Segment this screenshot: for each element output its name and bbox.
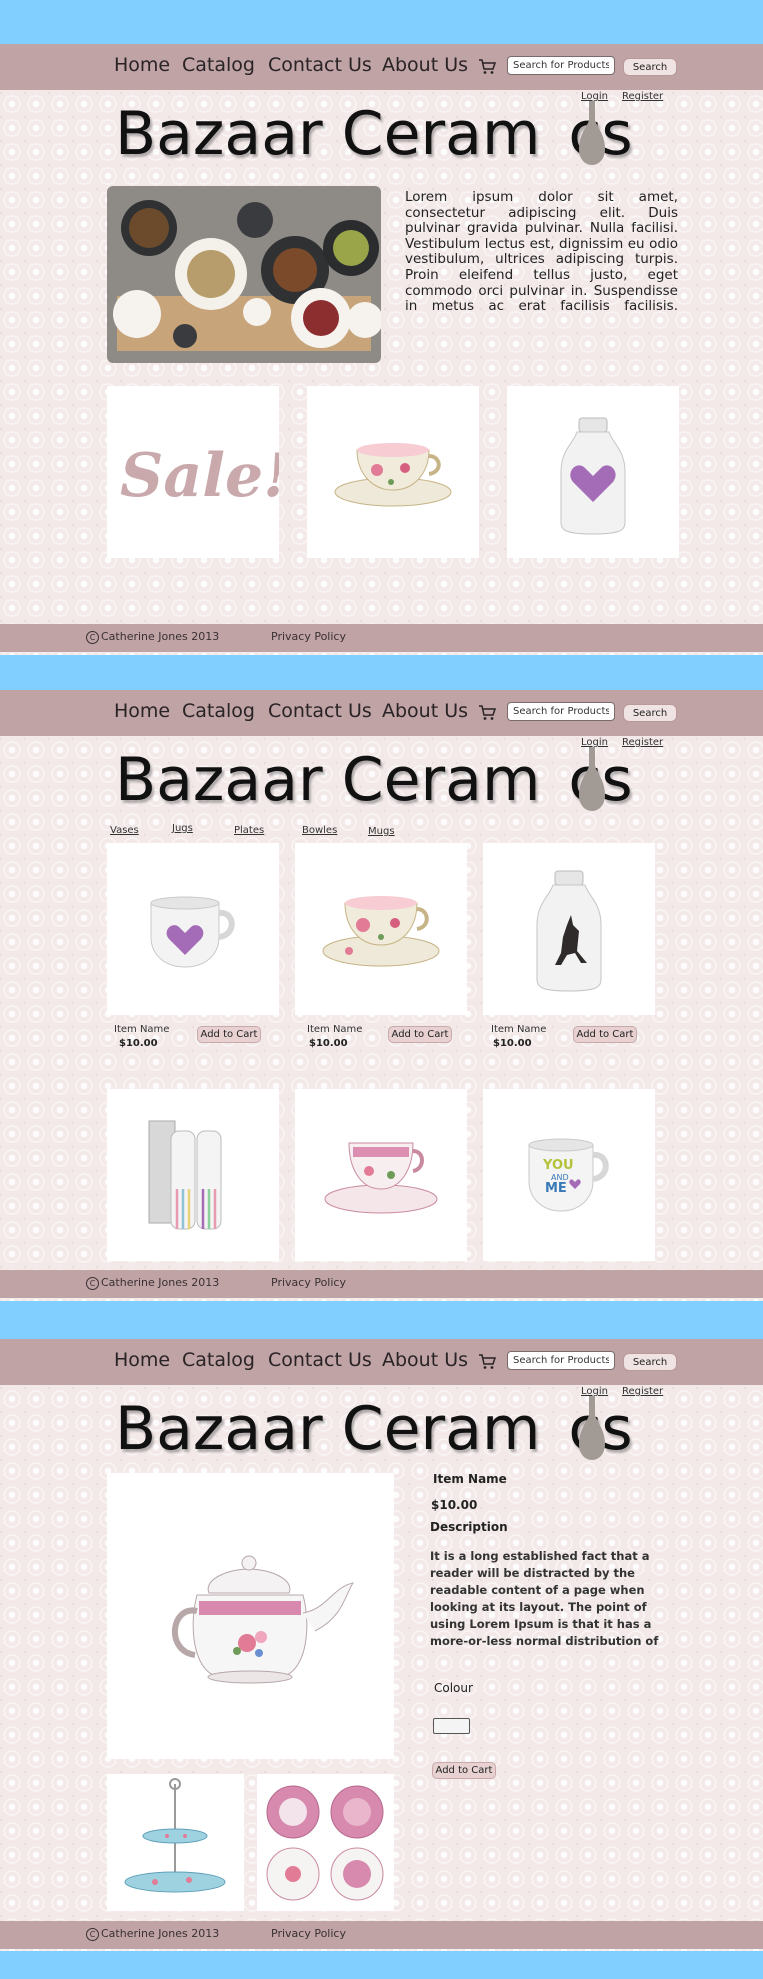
teapot-main-image xyxy=(107,1473,394,1759)
privacy-policy-link[interactable]: Privacy Policy xyxy=(271,1927,346,1940)
deer-bottle-product-tile[interactable] xyxy=(483,843,655,1015)
search-input[interactable] xyxy=(507,1351,615,1370)
search-button[interactable]: Search xyxy=(623,58,677,76)
pink-teacup-product-tile[interactable] xyxy=(295,1089,467,1261)
sale-tile[interactable]: Sale! xyxy=(107,386,290,558)
nav-home-link[interactable]: Home xyxy=(114,54,170,76)
item-price: $10.00 xyxy=(119,1038,158,1049)
product-detail-screen: Home Catalog Contact Us About Us Search … xyxy=(0,1339,763,1951)
product-name: Item Name xyxy=(433,1472,507,1486)
table-setting-photo xyxy=(107,186,381,363)
nav-bar: Home Catalog Contact Us About Us Search xyxy=(0,1339,763,1385)
footer: C Catherine Jones 2013 Privacy Policy xyxy=(0,1270,763,1298)
category-bowles-link[interactable]: Bowles xyxy=(302,825,337,836)
footer: C Catherine Jones 2013 Privacy Policy xyxy=(0,1921,763,1949)
site-logo[interactable]: Bazaar Ceramcs xyxy=(115,99,675,169)
sale-text: Sale! xyxy=(120,441,279,511)
nav-home-link[interactable]: Home xyxy=(114,700,170,722)
product-description: It is a long established fact that a rea… xyxy=(430,1549,659,1648)
privacy-policy-link[interactable]: Privacy Policy xyxy=(271,630,346,643)
add-to-cart-button[interactable]: Add to Cart xyxy=(432,1762,496,1779)
you-and-me-mug-product-tile[interactable]: YOU AND ME xyxy=(483,1089,655,1261)
vase-logo-icon xyxy=(579,101,605,165)
cart-icon[interactable] xyxy=(478,704,496,722)
striped-bottles-product-tile[interactable] xyxy=(107,1089,279,1261)
mug-text-me: ME xyxy=(545,1181,567,1196)
nav-about-link[interactable]: About Us xyxy=(382,54,468,76)
item-name: Item Name xyxy=(114,1024,170,1035)
sale-banner: Sale! xyxy=(120,441,290,511)
nav-contact-link[interactable]: Contact Us xyxy=(268,700,372,722)
plates-set-thumbnail[interactable] xyxy=(257,1774,394,1911)
item-name: Item Name xyxy=(307,1024,363,1035)
nav-about-link[interactable]: About Us xyxy=(382,1349,468,1371)
heart-bottle-product-tile[interactable] xyxy=(507,386,679,558)
home-screen: Home Catalog Contact Us About Us Search … xyxy=(0,44,763,655)
category-jugs-link[interactable]: Jugs xyxy=(172,823,193,834)
colour-select[interactable] xyxy=(433,1718,470,1734)
add-to-cart-button[interactable]: Add to Cart xyxy=(197,1026,261,1043)
nav-catalog-link[interactable]: Catalog xyxy=(182,1349,255,1371)
cart-icon[interactable] xyxy=(478,1353,496,1371)
copyright-icon: C xyxy=(86,1928,99,1941)
logo-text: Bazaar Ceramcs xyxy=(115,1394,633,1464)
search-input[interactable] xyxy=(507,56,615,75)
add-to-cart-button[interactable]: Add to Cart xyxy=(573,1026,637,1043)
teacup-product-tile[interactable] xyxy=(307,386,479,558)
copyright-icon: C xyxy=(86,1277,99,1290)
add-to-cart-button[interactable]: Add to Cart xyxy=(388,1026,452,1043)
item-price: $10.00 xyxy=(309,1038,348,1049)
site-logo[interactable]: Bazaar Ceramcs xyxy=(115,1394,675,1464)
intro-text: Lorem ipsum dolor sit amet, consectetur … xyxy=(405,190,678,315)
item-name: Item Name xyxy=(491,1024,547,1035)
logo-text: Bazaar Ceramcs xyxy=(115,99,633,169)
nav-home-link[interactable]: Home xyxy=(114,1349,170,1371)
footer: C Catherine Jones 2013 Privacy Policy xyxy=(0,624,763,652)
copyright: C Catherine Jones 2013 xyxy=(86,1927,219,1941)
copyright: C Catherine Jones 2013 xyxy=(86,1276,219,1290)
search-button[interactable]: Search xyxy=(623,1353,677,1371)
nav-contact-link[interactable]: Contact Us xyxy=(268,54,372,76)
heart-mug-product-tile[interactable] xyxy=(107,843,279,1015)
copyright-icon: C xyxy=(86,631,99,644)
nav-about-link[interactable]: About Us xyxy=(382,700,468,722)
nav-bar: Home Catalog Contact Us About Us Search xyxy=(0,44,763,90)
search-button[interactable]: Search xyxy=(623,704,677,722)
nav-catalog-link[interactable]: Catalog xyxy=(182,54,255,76)
nav-contact-link[interactable]: Contact Us xyxy=(268,1349,372,1371)
mug-text-you: YOU xyxy=(542,1158,574,1173)
nav-bar: Home Catalog Contact Us About Us Search xyxy=(0,690,763,736)
copyright: C Catherine Jones 2013 xyxy=(86,630,219,644)
colour-heading: Colour xyxy=(434,1681,473,1695)
product-price: $10.00 xyxy=(431,1498,478,1512)
site-logo[interactable]: Bazaar Ceramcs xyxy=(115,745,675,815)
floral-teacup-product-tile[interactable] xyxy=(295,843,467,1015)
category-vases-link[interactable]: Vases xyxy=(110,825,139,836)
nav-catalog-link[interactable]: Catalog xyxy=(182,700,255,722)
category-plates-link[interactable]: Plates xyxy=(234,825,264,836)
vase-logo-icon xyxy=(579,1396,605,1460)
logo-text: Bazaar Ceramcs xyxy=(115,745,633,815)
description-heading: Description xyxy=(430,1520,508,1534)
cart-icon[interactable] xyxy=(478,58,496,76)
search-input[interactable] xyxy=(507,702,615,721)
vase-logo-icon xyxy=(579,747,605,811)
item-price: $10.00 xyxy=(493,1038,532,1049)
privacy-policy-link[interactable]: Privacy Policy xyxy=(271,1276,346,1289)
category-mugs-link[interactable]: Mugs xyxy=(368,826,395,837)
catalog-screen: Home Catalog Contact Us About Us Search … xyxy=(0,690,763,1301)
cake-stand-thumbnail[interactable] xyxy=(107,1774,244,1911)
